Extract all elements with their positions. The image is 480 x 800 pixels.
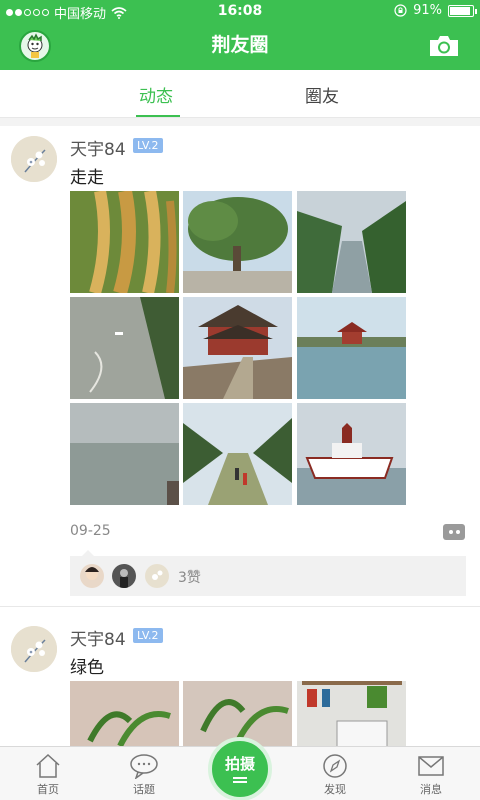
camera-icon[interactable] (428, 34, 460, 58)
top-bar: 中国移动 16:08 91% 荆友圈 (0, 0, 480, 70)
liker-avatar[interactable] (145, 564, 169, 588)
home-icon (36, 753, 60, 778)
mail-icon (418, 756, 444, 776)
post-author-name[interactable]: 天宇84 (70, 625, 126, 650)
chat-icon (130, 754, 158, 779)
shoot-label: 拍摄 (224, 755, 255, 773)
divider (0, 606, 480, 607)
likes-bar: 3赞 (70, 550, 466, 596)
photo-thumbnail[interactable] (297, 297, 406, 399)
active-tab-indicator (136, 115, 180, 117)
battery-percent: 91% (413, 3, 442, 18)
nav-home[interactable]: 首页 (18, 753, 78, 797)
nav-messages[interactable]: 消息 (401, 753, 461, 797)
like-count[interactable]: 3赞 (178, 567, 201, 587)
shoot-icon (233, 777, 247, 779)
nav-label: 消息 (420, 783, 442, 796)
nav-label: 话题 (133, 783, 155, 796)
level-badge: LV.2 (133, 628, 163, 643)
status-bar: 中国移动 16:08 91% (0, 0, 480, 24)
tab-bar: 动态 圈友 (0, 70, 480, 118)
rotation-lock-icon (394, 4, 407, 17)
photo-thumbnail[interactable] (297, 191, 406, 293)
level-badge: LV.2 (133, 138, 163, 153)
post-text: 走走 (70, 168, 104, 188)
avatar[interactable] (11, 626, 57, 672)
post-date: 09-25 (70, 523, 111, 539)
photo-thumbnail[interactable] (297, 403, 406, 505)
photo-thumbnail[interactable] (70, 403, 179, 505)
flower-avatar-icon (11, 136, 57, 182)
nav-label: 首页 (37, 783, 59, 796)
photo-thumbnail[interactable] (70, 297, 179, 399)
tab-friends[interactable]: 圈友 (305, 82, 339, 107)
shoot-button[interactable]: 拍摄 (208, 737, 272, 800)
flower-avatar-icon (11, 626, 57, 672)
photo-thumbnail[interactable] (183, 191, 292, 293)
page-title: 荆友圈 (211, 34, 269, 56)
post-author-name[interactable]: 天宇84 (70, 135, 126, 160)
comment-icon[interactable] (443, 524, 465, 540)
compass-icon (323, 754, 347, 778)
photo-thumbnail[interactable] (183, 403, 292, 505)
tab-feed[interactable]: 动态 (139, 82, 173, 107)
photo-thumbnail[interactable] (70, 191, 179, 293)
post-text: 绿色 (70, 658, 104, 678)
battery-icon (448, 4, 477, 17)
nav-label: 发现 (324, 783, 346, 796)
nav-discover[interactable]: 发现 (305, 753, 365, 797)
liker-avatar[interactable] (112, 564, 136, 588)
photo-thumbnail[interactable] (183, 297, 292, 399)
liker-avatar[interactable] (80, 564, 104, 588)
avatar[interactable] (11, 136, 57, 182)
divider (0, 118, 480, 126)
nav-topics[interactable]: 话题 (114, 753, 174, 797)
